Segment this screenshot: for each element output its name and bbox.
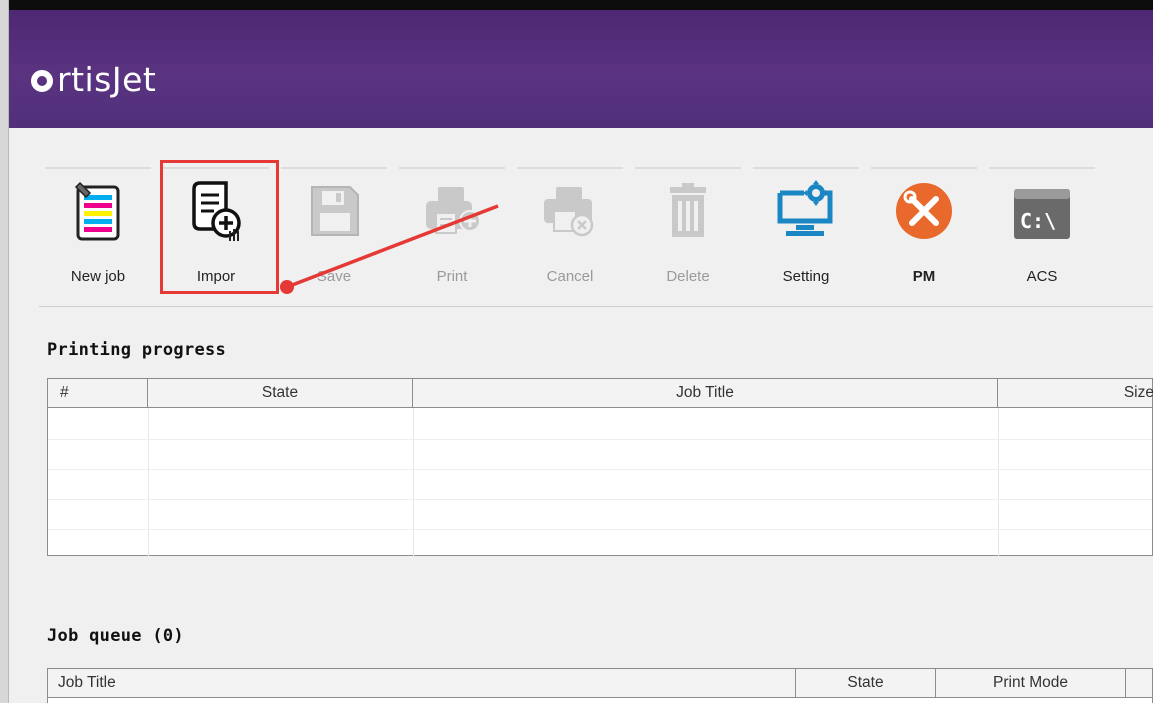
- window-top-border: [0, 0, 1153, 10]
- job-queue-title: Job queue (0): [47, 626, 184, 646]
- new-job-button[interactable]: New job: [39, 165, 157, 291]
- delete-label: Delete: [666, 268, 710, 285]
- column-divider: [413, 408, 414, 556]
- acs-label: ACS: [1026, 268, 1058, 285]
- new-job-icon: [74, 181, 120, 241]
- new-job-label: New job: [70, 268, 126, 285]
- app-window: rtisJet New job Impor Save Print Cancel …: [0, 0, 1153, 703]
- setting-label: Setting: [782, 268, 830, 285]
- cancel-button[interactable]: Cancel: [511, 165, 629, 291]
- save-icon: [311, 186, 359, 236]
- setting-button[interactable]: Setting: [747, 165, 865, 291]
- pm-label: PM: [912, 268, 936, 285]
- trash-icon: [670, 183, 706, 237]
- delete-button[interactable]: Delete: [629, 165, 747, 291]
- printing-progress-header: # State Job Title Size: [48, 379, 1153, 408]
- column-header-job-title[interactable]: Job Title: [48, 669, 796, 698]
- window-left-border: [0, 0, 9, 703]
- row-divider: [48, 469, 1152, 470]
- cancel-label: Cancel: [546, 268, 594, 285]
- row-divider: [48, 439, 1152, 440]
- logo-o-mark: [31, 70, 53, 92]
- pm-button[interactable]: PM: [865, 165, 983, 291]
- svg-text:C:\: C:\: [1020, 209, 1056, 233]
- logo-text: rtisJet: [57, 59, 157, 99]
- row-divider: [48, 529, 1152, 530]
- import-highlight-box: [160, 160, 279, 294]
- print-label: Print: [436, 268, 468, 285]
- column-header-size[interactable]: Size: [998, 379, 1153, 408]
- brand-header: rtisJet: [9, 10, 1153, 128]
- save-button[interactable]: Save: [275, 165, 393, 291]
- save-label: Save: [316, 268, 352, 285]
- printing-progress-title: Printing progress: [47, 340, 227, 360]
- column-divider: [148, 408, 149, 556]
- cancel-print-icon: [544, 187, 594, 237]
- toolbar-separator: [39, 306, 1153, 307]
- acs-button[interactable]: C:\ ACS: [983, 165, 1101, 291]
- column-header-number[interactable]: #: [48, 379, 148, 408]
- command-prompt-icon: C:\: [1014, 189, 1070, 239]
- monitor-gear-icon: [777, 180, 833, 236]
- print-icon: [426, 187, 481, 234]
- app-logo: rtisJet: [31, 54, 156, 104]
- column-header-state[interactable]: State: [796, 669, 936, 698]
- job-queue-table: Job Title State Print Mode: [47, 668, 1153, 703]
- tools-icon: [896, 183, 952, 239]
- column-header-job-title[interactable]: Job Title: [413, 379, 998, 408]
- column-divider: [998, 408, 999, 556]
- print-button[interactable]: Print: [393, 165, 511, 291]
- column-header-print-mode[interactable]: Print Mode: [936, 669, 1126, 698]
- printing-progress-table: # State Job Title Size: [47, 378, 1153, 556]
- row-divider: [48, 499, 1152, 500]
- job-queue-header: Job Title State Print Mode: [48, 669, 1152, 698]
- column-header-state[interactable]: State: [148, 379, 413, 408]
